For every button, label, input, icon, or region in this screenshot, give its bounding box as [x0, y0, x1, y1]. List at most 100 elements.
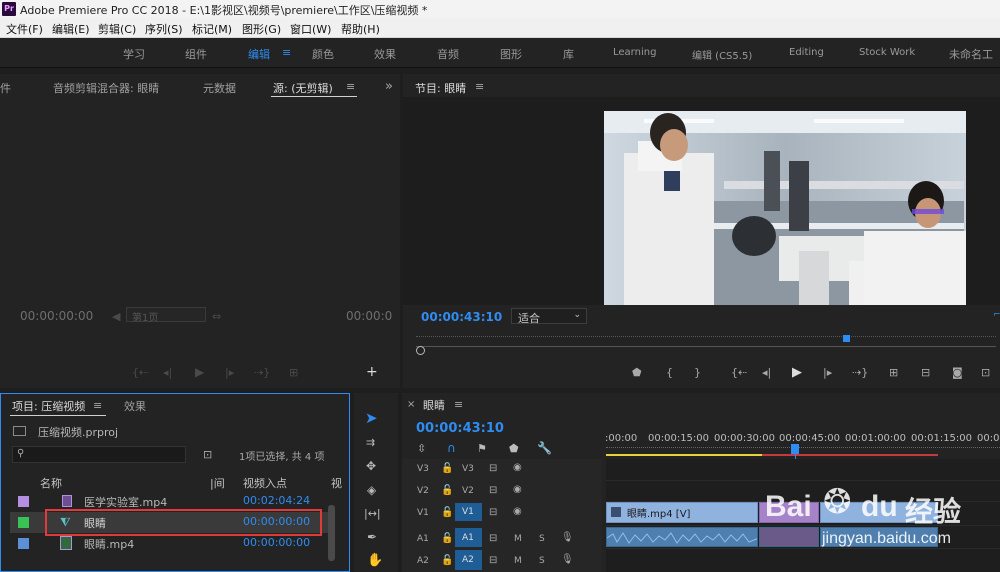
pen-tool-icon[interactable]: ✒ [367, 530, 377, 544]
program-timecode[interactable]: 00:00:43:10 [421, 310, 502, 324]
razor-tool-icon[interactable]: ◈ [367, 483, 376, 497]
lock-icon[interactable]: 🔓 [441, 555, 453, 566]
workspace-tab-learn[interactable]: 学习 [123, 46, 145, 62]
timeline-timecode[interactable]: 00:00:43:10 [416, 421, 504, 436]
workspace-tab-unnamed[interactable]: 未命名工 [949, 46, 993, 62]
export-frame-icon[interactable]: ◙ [952, 366, 963, 379]
mark-in-icon[interactable]: { [666, 366, 673, 379]
workspace-tab-learning[interactable]: Learning [613, 47, 656, 58]
sync-lock-icon[interactable]: ⊟ [489, 507, 497, 518]
tab-effects[interactable]: 效果 [124, 398, 146, 414]
program-playhead[interactable] [843, 335, 850, 342]
workspace-tab-audio[interactable]: 音频 [437, 46, 459, 62]
fit-dropdown[interactable]: 适合 ⌄ [511, 308, 587, 325]
new-bin-search-icon[interactable]: ⊡ [203, 448, 212, 461]
source-add-button-icon[interactable]: + [366, 364, 378, 380]
lock-icon[interactable]: 🔓 [441, 485, 453, 496]
go-to-out-icon[interactable]: ⇢} [852, 366, 868, 379]
tab-audio-clip-mixer[interactable]: 音频剪辑混合器: 眼睛 [53, 80, 159, 96]
tab-source[interactable]: 源: (无剪辑) [273, 80, 333, 96]
linked-selection-icon[interactable]: ⚑ [477, 442, 487, 455]
button-editor-icon[interactable]: ⊡ [981, 366, 990, 379]
nest-toggle-icon[interactable]: ⇳ [417, 442, 426, 455]
close-icon[interactable]: × [407, 399, 415, 410]
workspace-tab-cs55[interactable]: 编辑 (CS5.5) [692, 47, 752, 62]
track-target-v3[interactable]: V3 [417, 464, 429, 474]
track-target-v2[interactable]: V2 [417, 486, 429, 496]
menu-help[interactable]: 帮助(H) [341, 21, 380, 37]
source-panel-menu-icon[interactable]: ≡ [346, 80, 355, 93]
ripple-edit-tool-icon[interactable]: ✥ [366, 459, 376, 473]
sync-lock-icon[interactable]: ⊟ [489, 485, 497, 496]
workspace-tab-assembly[interactable]: 组件 [185, 46, 207, 62]
menu-window[interactable]: 窗口(W) [290, 21, 331, 37]
column-duration[interactable]: |间 [210, 475, 225, 491]
panel-overflow-icon[interactable]: » [385, 79, 393, 94]
track-target-v1[interactable]: V1 [417, 508, 429, 518]
program-scrub-bar[interactable] [416, 346, 996, 347]
column-video[interactable]: 视 [331, 475, 342, 491]
lift-icon[interactable]: ⊞ [889, 366, 898, 379]
eye-icon[interactable]: ◉ [513, 484, 522, 495]
menu-graphics[interactable]: 图形(G) [242, 21, 281, 37]
slip-tool-icon[interactable]: |↔| [364, 507, 381, 520]
track-label-v3[interactable]: V3 [462, 464, 474, 474]
workspace-tab-editing[interactable]: 编辑 [248, 46, 270, 62]
wrench-icon[interactable]: 🔧 [537, 441, 552, 455]
mute-icon[interactable]: M [514, 556, 522, 566]
track-target-a2[interactable]: A2 [417, 556, 429, 566]
timeline-menu-icon[interactable]: ≡ [454, 398, 463, 411]
eye-icon[interactable]: ◉ [513, 506, 522, 517]
microphone-icon[interactable]: 🎙 [561, 554, 574, 565]
lock-icon[interactable]: 🔓 [441, 507, 453, 518]
column-video-in[interactable]: 视频入点 [243, 475, 287, 491]
extract-icon[interactable]: ⊟ [921, 366, 930, 379]
track-target-a1[interactable]: A1 [417, 534, 429, 544]
tab-effects-controls[interactable]: 件 [0, 80, 11, 96]
solo-icon[interactable]: S [539, 556, 545, 566]
project-search-input[interactable]: ⚲ [12, 446, 186, 463]
lock-icon[interactable]: 🔓 [441, 463, 453, 474]
a1-track-highlight[interactable]: A1 [455, 528, 482, 547]
menu-edit[interactable]: 编辑(E) [52, 21, 90, 37]
tab-metadata[interactable]: 元数据 [203, 80, 236, 96]
menu-clip[interactable]: 剪辑(C) [98, 21, 136, 37]
program-title[interactable]: 节目: 眼睛 [415, 80, 466, 96]
a2-track-highlight[interactable]: A2 [455, 550, 482, 570]
timeline-title[interactable]: 眼睛 [423, 397, 445, 413]
workspace-tab-editing-en[interactable]: Editing [789, 47, 824, 58]
timeline-playhead[interactable] [791, 444, 799, 454]
project-scrollbar[interactable] [328, 505, 335, 561]
workspace-menu-icon[interactable]: ≡ [282, 46, 291, 59]
workspace-tab-libraries[interactable]: 库 [563, 46, 574, 62]
tab-project[interactable]: 项目: 压缩视频 [12, 398, 85, 414]
step-forward-icon[interactable]: |▸ [823, 366, 832, 379]
eye-icon[interactable]: ◉ [513, 462, 522, 473]
hand-tool-icon[interactable]: ✋ [367, 553, 383, 568]
add-marker-icon[interactable]: ⬟ [632, 366, 642, 379]
add-marker-icon[interactable]: ⬟ [509, 442, 519, 455]
workspace-tab-color[interactable]: 颜色 [312, 46, 334, 62]
column-name[interactable]: 名称 [40, 475, 62, 491]
snap-icon[interactable]: ∩ [447, 441, 456, 455]
lock-icon[interactable]: 🔓 [441, 533, 453, 544]
selection-tool-icon[interactable]: ➤ [365, 409, 378, 427]
sync-lock-icon[interactable]: ⊟ [489, 555, 497, 566]
solo-icon[interactable]: S [539, 534, 545, 544]
track-select-tool-icon[interactable]: ⇉ [366, 436, 375, 449]
sync-lock-icon[interactable]: ⊟ [489, 533, 497, 544]
go-to-in-icon[interactable]: {⇠ [731, 366, 747, 379]
menu-marker[interactable]: 标记(M) [192, 21, 232, 37]
workspace-tab-graphics[interactable]: 图形 [500, 46, 522, 62]
audio-clip[interactable] [606, 527, 758, 547]
v1-track-highlight[interactable]: V1 [455, 503, 482, 521]
project-panel-menu-icon[interactable]: ≡ [93, 399, 102, 412]
menu-sequence[interactable]: 序列(S) [145, 21, 183, 37]
menu-file[interactable]: 文件(F) [6, 21, 43, 37]
mark-out-icon[interactable]: } [694, 366, 701, 379]
workspace-tab-stock-work[interactable]: Stock Work [859, 47, 915, 58]
step-back-icon[interactable]: ◂| [762, 366, 771, 379]
workspace-tab-effects[interactable]: 效果 [374, 46, 396, 62]
mute-icon[interactable]: M [514, 534, 522, 544]
video-clip[interactable]: 眼睛.mp4 [V] [606, 502, 758, 523]
